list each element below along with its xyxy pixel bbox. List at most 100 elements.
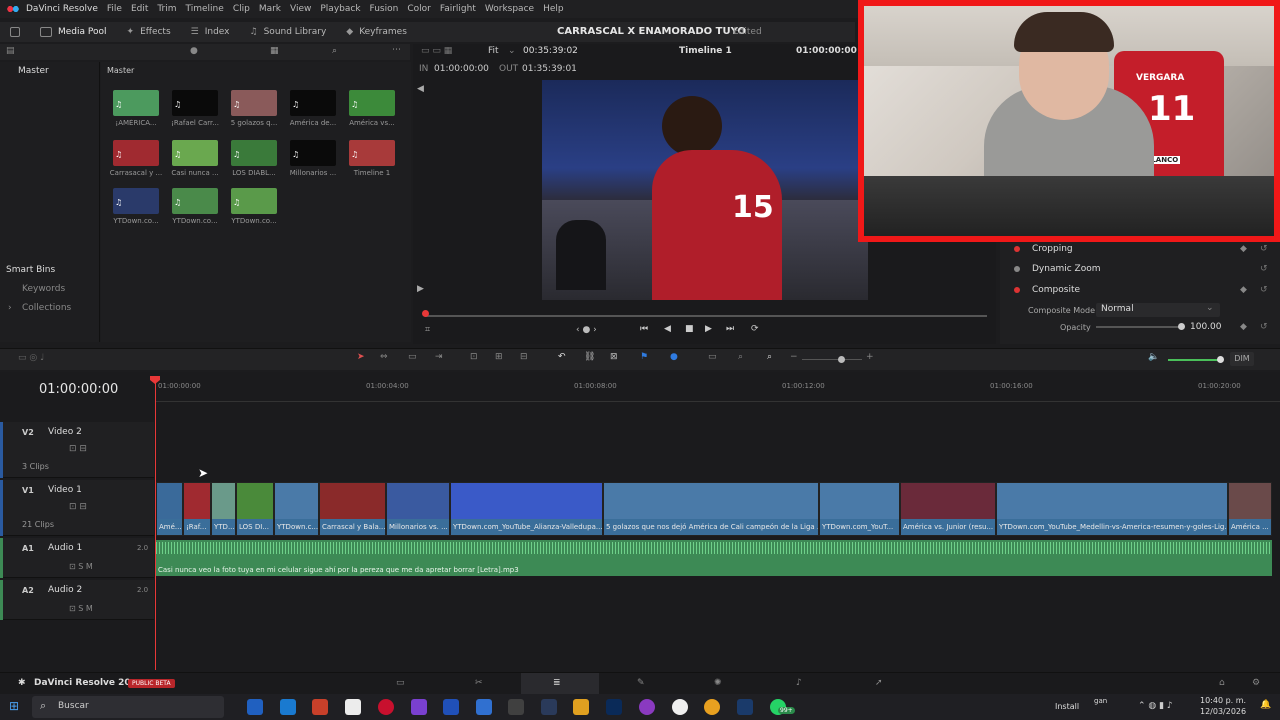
taskbar-resolve-icon[interactable] bbox=[541, 699, 557, 715]
zoom-out-icon[interactable]: − bbox=[790, 352, 798, 362]
media-pool-clip[interactable]: ♫ bbox=[349, 90, 395, 116]
selection-tool-icon[interactable]: ➤ bbox=[357, 352, 365, 362]
sound-library-button[interactable]: ♫ Sound Library bbox=[240, 22, 337, 42]
nav-arrows-icon[interactable]: ‹ ● › bbox=[576, 325, 597, 335]
taskbar-search-box[interactable]: ⌕ Buscar bbox=[32, 696, 224, 718]
media-pool-clip[interactable]: ♫ bbox=[113, 188, 159, 214]
menu-trim[interactable]: Trim bbox=[157, 4, 176, 14]
effects-button[interactable]: ✦ Effects bbox=[117, 22, 181, 42]
smart-bin-keywords[interactable]: Keywords bbox=[22, 284, 65, 294]
timeline-video-clip[interactable]: YTDown.com_YouTube_Alianza-Valledupa... bbox=[450, 482, 603, 536]
menu-fairlight[interactable]: Fairlight bbox=[440, 4, 476, 14]
taskbar-install-text[interactable]: Install bbox=[1055, 702, 1079, 711]
taskbar-app-icon[interactable] bbox=[411, 699, 427, 715]
timeline-video-clip[interactable]: YTD... bbox=[211, 482, 236, 536]
scrubber-handle[interactable] bbox=[422, 310, 429, 317]
list-view-icon[interactable]: ▤ bbox=[6, 46, 15, 56]
page-cut-icon[interactable]: ✂ bbox=[475, 678, 483, 688]
opacity-value[interactable]: 100.00 bbox=[1190, 322, 1222, 332]
panel-toggle-button[interactable] bbox=[0, 22, 30, 42]
dynamic-zoom-reset-icon[interactable]: ↺ bbox=[1260, 264, 1268, 274]
track-a1-name[interactable]: Audio 1 bbox=[48, 543, 82, 553]
zoom-full-icon[interactable]: ▭ bbox=[708, 352, 717, 362]
menu-fusion[interactable]: Fusion bbox=[370, 4, 399, 14]
menu-timeline[interactable]: Timeline bbox=[186, 4, 224, 14]
timeline-video-clip[interactable]: Amé... bbox=[156, 482, 183, 536]
volume-slider-handle[interactable] bbox=[1217, 356, 1224, 363]
zoom-slider-track[interactable] bbox=[802, 359, 862, 360]
trim-tool-icon[interactable]: ⇔ bbox=[380, 352, 388, 362]
media-pool-clip[interactable]: ♫ bbox=[172, 90, 218, 116]
taskbar-chatgpt-icon[interactable] bbox=[672, 699, 688, 715]
taskbar-app2-icon[interactable] bbox=[639, 699, 655, 715]
cropping-reset-icon[interactable]: ↺ bbox=[1260, 244, 1268, 254]
menu-playback[interactable]: Playback bbox=[320, 4, 360, 14]
zoom-detail-icon[interactable]: ⌕ bbox=[738, 352, 743, 362]
blade-tool-icon[interactable]: ▭ bbox=[408, 352, 417, 362]
page-deliver-icon[interactable]: ➚ bbox=[875, 678, 883, 688]
skip-back-icon[interactable]: ⏮ bbox=[640, 324, 648, 334]
settings-icon[interactable]: ⚙ bbox=[1252, 678, 1260, 688]
page-media-icon[interactable]: ▭ bbox=[396, 678, 405, 688]
windows-start-icon[interactable]: ⊞ bbox=[9, 699, 19, 713]
menu-edit[interactable]: Edit bbox=[131, 4, 148, 14]
composite-row[interactable]: Composite ◆ ↺ bbox=[1000, 281, 1280, 299]
volume-slider-track[interactable] bbox=[1168, 359, 1220, 361]
track-v1-lock-icon[interactable]: ⊡ ⊟ bbox=[69, 502, 87, 512]
master-bin[interactable]: Master bbox=[18, 66, 49, 76]
media-pool-button[interactable]: Media Pool bbox=[30, 22, 117, 42]
media-pool-clip[interactable]: ♫ bbox=[113, 90, 159, 116]
flag-icon[interactable]: ⚑ bbox=[640, 352, 648, 362]
menu-mark[interactable]: Mark bbox=[259, 4, 281, 14]
play-reverse-icon[interactable]: ◀ bbox=[664, 324, 671, 334]
menu-file[interactable]: File bbox=[107, 4, 122, 14]
media-pool-clip[interactable]: ♫ bbox=[172, 140, 218, 166]
timeline-video-clip[interactable]: ¡Raf... bbox=[183, 482, 211, 536]
timeline-name-dropdown[interactable]: Timeline 1 bbox=[679, 46, 732, 56]
timeline-video-clip[interactable]: YTDown.com_YouT... bbox=[819, 482, 900, 536]
keyframes-button[interactable]: ◆ Keyframes bbox=[336, 22, 417, 42]
grid-view-icon[interactable]: ▦ bbox=[270, 46, 279, 56]
timeline-video-clip[interactable]: YTDown.c... bbox=[274, 482, 319, 536]
dynamic-zoom-enable-dot[interactable] bbox=[1014, 266, 1020, 272]
menu-color[interactable]: Color bbox=[407, 4, 431, 14]
taskbar-lang-text[interactable]: gan bbox=[1094, 697, 1107, 705]
menu-help[interactable]: Help bbox=[543, 4, 564, 14]
link-icon[interactable]: ⛓ bbox=[584, 352, 595, 362]
media-pool-clip[interactable]: ♫ bbox=[113, 140, 159, 166]
composite-mode-select[interactable]: Normal ⌄ bbox=[1096, 303, 1220, 317]
track-a2-controls-icon[interactable]: ⊡ S M bbox=[69, 604, 93, 613]
track-a1-controls-icon[interactable]: ⊡ S M bbox=[69, 562, 93, 571]
collections-chevron-icon[interactable]: › bbox=[8, 303, 12, 313]
timeline-video-clip[interactable]: YTDown.com_YouTube_Medellin-vs-America-r… bbox=[996, 482, 1228, 536]
opacity-slider-handle[interactable] bbox=[1178, 323, 1185, 330]
viewer-mode-icon[interactable]: ▭ ▭ ▦ bbox=[421, 46, 452, 56]
dynamic-zoom-row[interactable]: Dynamic Zoom ↺ bbox=[1000, 260, 1280, 278]
cropping-enable-dot[interactable] bbox=[1014, 246, 1020, 252]
snapping-icon[interactable]: ↶ bbox=[558, 352, 566, 362]
scrubber-bar[interactable] bbox=[425, 315, 987, 317]
menu-workspace[interactable]: Workspace bbox=[485, 4, 534, 14]
timeline-video-clip[interactable]: 5 golazos que nos dejó América de Cali c… bbox=[603, 482, 819, 536]
opacity-slider-track[interactable] bbox=[1096, 326, 1180, 328]
taskbar-opera-icon[interactable] bbox=[378, 699, 394, 715]
skip-forward-icon[interactable]: ⏭ bbox=[726, 324, 734, 334]
media-pool-clip[interactable]: ♫ bbox=[172, 188, 218, 214]
timeline-video-clip[interactable]: América ... bbox=[1228, 482, 1272, 536]
zoom-slider-icon[interactable]: ● bbox=[190, 46, 198, 56]
marker-icon[interactable]: ● bbox=[670, 352, 678, 362]
insert-clip-icon[interactable]: ⊡ bbox=[470, 352, 478, 362]
composite-keyframe-icon[interactable]: ◆ bbox=[1240, 285, 1247, 295]
menu-view[interactable]: View bbox=[290, 4, 311, 14]
audio-clip[interactable]: Casi nunca veo la foto tuya en mi celula… bbox=[156, 540, 1272, 576]
taskbar-office-icon[interactable] bbox=[312, 699, 328, 715]
taskbar-photoshop-icon[interactable] bbox=[606, 699, 622, 715]
viewer-next-icon[interactable]: ▶ bbox=[417, 284, 424, 294]
dynamic-trim-icon[interactable]: ⇥ bbox=[435, 352, 443, 362]
page-fusion-icon[interactable]: ✎ bbox=[637, 678, 645, 688]
play-icon[interactable]: ▶ bbox=[705, 324, 712, 334]
track-v2-lock-icon[interactable]: ⊡ ⊟ bbox=[69, 444, 87, 454]
crop-icon[interactable]: ⌗ bbox=[425, 325, 430, 335]
tray-icons[interactable]: ⌃ ◍ ▮ ♪ bbox=[1138, 701, 1173, 711]
taskbar-capcut-icon[interactable] bbox=[508, 699, 524, 715]
